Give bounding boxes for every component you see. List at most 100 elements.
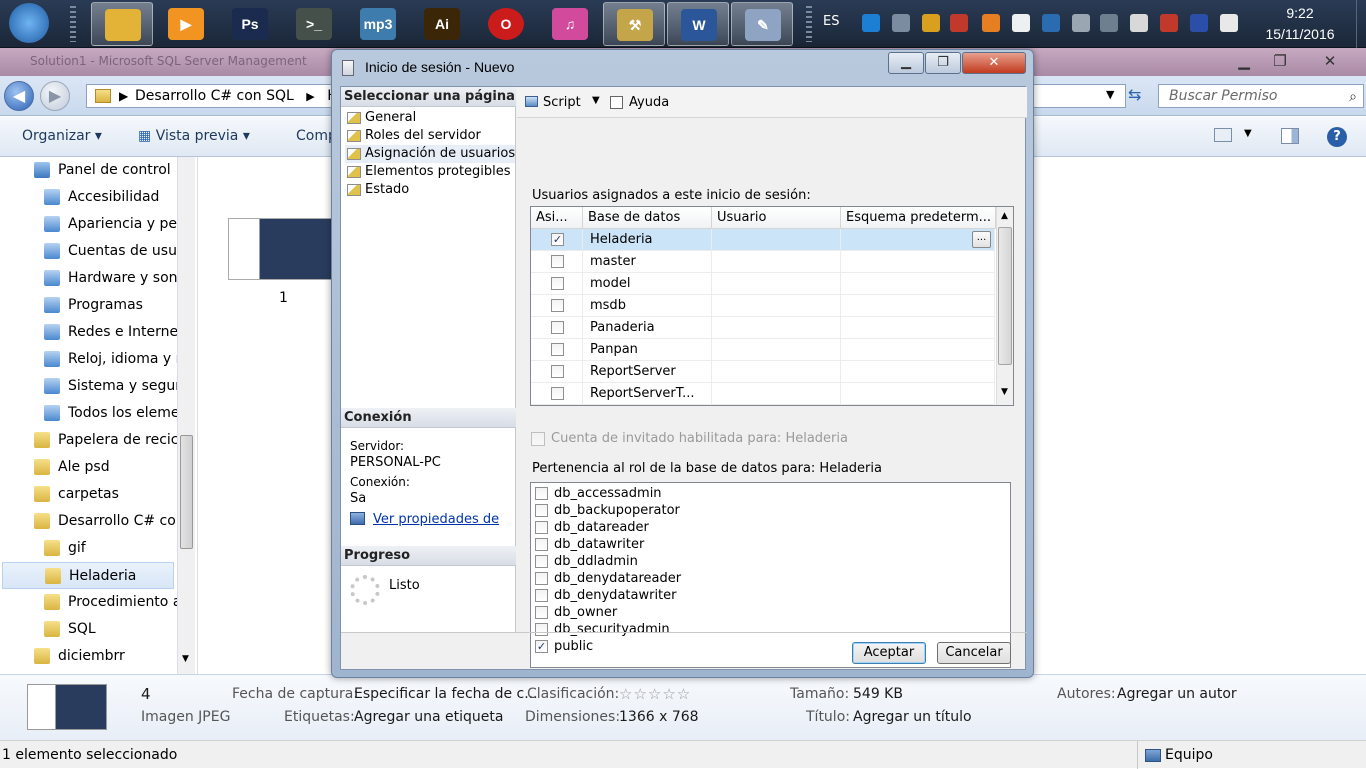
page-item[interactable]: Asignación de usuarios bbox=[345, 145, 516, 163]
tree-item[interactable]: Redes e Internet bbox=[44, 319, 194, 346]
tree-item[interactable]: Sistema y seguri bbox=[44, 373, 194, 400]
grid-row[interactable]: master bbox=[531, 251, 995, 273]
scroll-down-icon[interactable]: ▼ bbox=[182, 654, 189, 664]
organize-menu[interactable]: Organizar ▾ bbox=[22, 128, 102, 144]
tree-item[interactable]: Todos los eleme bbox=[44, 400, 194, 427]
taskbar-explorer[interactable] bbox=[91, 2, 153, 46]
role-checkbox[interactable] bbox=[535, 572, 548, 585]
tags-value[interactable]: Agregar una etiqueta bbox=[354, 709, 503, 725]
map-checkbox[interactable] bbox=[551, 321, 564, 334]
tree-item[interactable]: carpetas bbox=[34, 481, 184, 508]
schema-cell[interactable] bbox=[841, 339, 995, 360]
grid-row[interactable]: ReportServer bbox=[531, 361, 995, 383]
tree-item[interactable]: Apariencia y per bbox=[44, 211, 194, 238]
map-checkbox[interactable] bbox=[551, 277, 564, 290]
tray-icon[interactable] bbox=[1190, 14, 1208, 32]
role-checkbox[interactable] bbox=[535, 521, 548, 534]
schema-cell[interactable] bbox=[841, 295, 995, 316]
map-checkbox[interactable] bbox=[551, 255, 564, 268]
tray-icon[interactable] bbox=[982, 14, 1000, 32]
taskbar-itunes[interactable]: ♫ bbox=[539, 2, 601, 46]
grid-row[interactable]: ReportServerT... bbox=[531, 383, 995, 405]
taskbar-media-player[interactable]: ▶ bbox=[155, 2, 217, 46]
page-item[interactable]: Estado bbox=[345, 181, 409, 199]
tree-item[interactable]: Papelera de recicl bbox=[34, 427, 184, 454]
file-thumbnail[interactable] bbox=[228, 218, 332, 280]
tree-item[interactable]: Programas bbox=[44, 292, 194, 319]
column-header-map[interactable]: Asi... bbox=[531, 207, 583, 229]
search-icon[interactable]: ⌕ bbox=[1349, 86, 1357, 108]
role-item[interactable]: db_securityadmin bbox=[535, 621, 670, 638]
scroll-down-icon[interactable]: ▼ bbox=[1001, 387, 1008, 397]
clock[interactable]: 9:22 15/11/2016 bbox=[1250, 3, 1350, 45]
refresh-icon[interactable]: ⇆ bbox=[1128, 85, 1141, 104]
explorer-close-button[interactable]: ✕ bbox=[1313, 50, 1347, 72]
map-checkbox[interactable] bbox=[551, 387, 564, 400]
taskbar-paint[interactable]: ✎ bbox=[731, 2, 793, 46]
user-cell[interactable] bbox=[712, 251, 841, 272]
column-header-database[interactable]: Base de datos bbox=[583, 207, 712, 229]
rating-stars[interactable]: ☆☆☆☆☆ bbox=[619, 685, 691, 703]
tray-icon[interactable] bbox=[950, 14, 968, 32]
dialog-close-button[interactable]: ✕ bbox=[962, 52, 1026, 74]
user-cell[interactable] bbox=[712, 361, 841, 382]
role-item[interactable]: db_datawriter bbox=[535, 536, 644, 553]
tree-item[interactable]: SQL bbox=[44, 616, 194, 643]
cancel-button[interactable]: Cancelar bbox=[937, 642, 1011, 664]
preview-pane-icon[interactable] bbox=[1281, 128, 1299, 144]
page-item[interactable]: Elementos protegibles bbox=[345, 163, 511, 181]
tree-item[interactable]: Hardware y soni bbox=[44, 265, 194, 292]
map-checkbox[interactable] bbox=[551, 365, 564, 378]
role-checkbox[interactable] bbox=[535, 504, 548, 517]
show-desktop-button[interactable] bbox=[1356, 0, 1366, 48]
tree-item[interactable]: Desarrollo C# cor bbox=[34, 508, 184, 535]
capture-date-value[interactable]: Especificar la fecha de c... bbox=[354, 686, 538, 702]
tray-icon[interactable] bbox=[1160, 14, 1178, 32]
language-indicator[interactable]: ES bbox=[823, 14, 839, 29]
grid-row[interactable]: Panaderia bbox=[531, 317, 995, 339]
taskbar-word[interactable]: W bbox=[667, 2, 729, 46]
tree-item[interactable]: Procedimiento a bbox=[44, 589, 194, 616]
help-icon[interactable]: ? bbox=[1327, 127, 1347, 147]
tree-item[interactable]: gif bbox=[44, 535, 194, 562]
tree-item[interactable]: Cuentas de usua bbox=[44, 238, 194, 265]
user-cell[interactable] bbox=[712, 273, 841, 294]
map-checkbox[interactable]: ✓ bbox=[551, 233, 564, 246]
tray-icon[interactable] bbox=[1012, 14, 1030, 32]
authors-value[interactable]: Agregar un autor bbox=[1117, 686, 1237, 702]
grid-row[interactable]: ✓ Heladeria... bbox=[531, 229, 995, 251]
view-options-icon[interactable] bbox=[1214, 128, 1232, 142]
dialog-maximize-button[interactable]: ❐ bbox=[925, 52, 961, 74]
tree-item[interactable]: diciembrr bbox=[34, 643, 184, 670]
help-button[interactable]: Ayuda bbox=[629, 95, 669, 110]
grid-row[interactable]: msdb bbox=[531, 295, 995, 317]
role-item[interactable]: db_denydatareader bbox=[535, 570, 681, 587]
role-checkbox[interactable] bbox=[535, 555, 548, 568]
tree-item[interactable]: Accesibilidad bbox=[44, 184, 194, 211]
tray-icon[interactable] bbox=[922, 14, 940, 32]
tray-icon[interactable] bbox=[1220, 14, 1238, 32]
grid-row[interactable]: Panpan bbox=[531, 339, 995, 361]
taskbar-start-button[interactable] bbox=[3, 2, 65, 46]
tray-icon[interactable] bbox=[1130, 14, 1148, 32]
schema-cell[interactable] bbox=[841, 273, 995, 294]
tray-icon[interactable] bbox=[1072, 14, 1090, 32]
page-item[interactable]: General bbox=[345, 109, 416, 127]
view-properties-link[interactable]: Ver propiedades de bbox=[373, 512, 499, 527]
role-checkbox[interactable] bbox=[535, 589, 548, 602]
preview-menu[interactable]: ▦ Vista previa ▾ bbox=[138, 128, 250, 144]
breadcrumb-segment[interactable]: Desarrollo C# con SQL bbox=[135, 88, 294, 104]
user-cell[interactable] bbox=[712, 295, 841, 316]
tree-item[interactable]: Reloj, idioma y r bbox=[44, 346, 194, 373]
user-cell[interactable] bbox=[712, 317, 841, 338]
schema-cell[interactable] bbox=[841, 251, 995, 272]
role-checkbox[interactable] bbox=[535, 606, 548, 619]
page-item[interactable]: Roles del servidor bbox=[345, 127, 481, 145]
taskbar-photoshop[interactable]: Ps bbox=[219, 2, 281, 46]
guest-account-checkbox[interactable] bbox=[531, 432, 545, 446]
tree-item[interactable]: Panel de control bbox=[34, 157, 184, 184]
taskbar-terminal[interactable]: >_ bbox=[283, 2, 345, 46]
title-value[interactable]: Agregar un título bbox=[853, 709, 972, 725]
ok-button[interactable]: Aceptar bbox=[852, 642, 926, 664]
role-item[interactable]: db_denydatawriter bbox=[535, 587, 677, 604]
